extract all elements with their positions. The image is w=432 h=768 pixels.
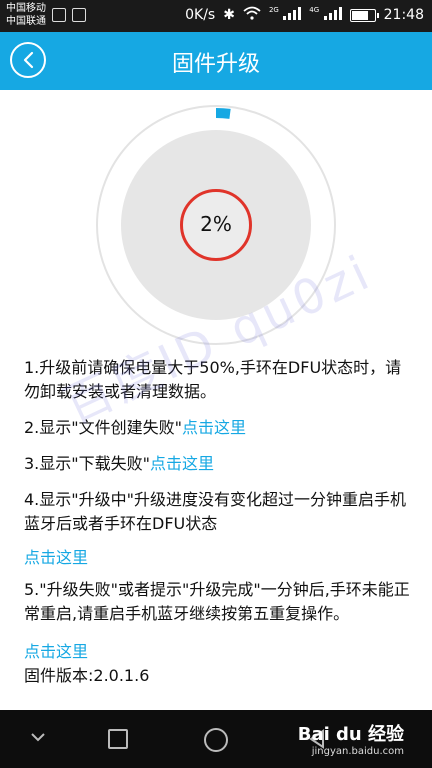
instruction-2: 2.显示"文件创建失败"点击这里: [24, 416, 416, 440]
signal-4g-icon: 4G: [309, 6, 342, 24]
percent-ring: 2%: [180, 189, 252, 261]
carrier-2: 中国联通: [6, 16, 46, 27]
battery-icon: [349, 8, 379, 22]
instruction-4-text: 4.显示"升级中"升级进度没有变化超过一分钟重启手机蓝牙后或者手环在DFU状态: [24, 490, 406, 533]
nav-home-icon[interactable]: [204, 728, 228, 752]
instructions: 1.升级前请确保电量大于50%,手环在DFU状态时，请勿卸载安装或者清理数据。 …: [24, 356, 416, 688]
app-header: 固件升级: [0, 32, 432, 90]
usb-icon: [52, 8, 66, 22]
progress-arc-fill: [215, 108, 231, 119]
instruction-3-link[interactable]: 点击这里: [150, 454, 214, 473]
instruction-4-link[interactable]: 点击这里: [24, 546, 416, 570]
instruction-3: 3.显示"下载失败"点击这里: [24, 452, 416, 476]
baidu-url: jingyan.baidu.com: [311, 746, 404, 757]
firmware-version: 固件版本:2.0.1.6: [24, 666, 150, 685]
percent-label: 2%: [200, 212, 232, 236]
baidu-logo-text: Bai du 经验: [297, 724, 404, 745]
status-bar: 中国移动 中国联通 0K/s ✱ 2G 4G 21:48: [0, 0, 432, 32]
nav-collapse-icon[interactable]: [30, 731, 46, 743]
wifi-icon: [243, 6, 261, 24]
instruction-1: 1.升级前请确保电量大于50%,手环在DFU状态时，请勿卸载安装或者清理数据。: [24, 358, 402, 401]
baidu-logo: Bai du 经验 jingyan.baidu.com: [298, 720, 404, 757]
upgrade-progress: 2%: [96, 105, 336, 345]
instruction-4: 4.显示"升级中"升级进度没有变化超过一分钟重启手机蓝牙后或者手环在DFU状态: [24, 488, 416, 536]
carrier-labels: 中国移动 中国联通: [6, 2, 46, 28]
instruction-3-text: 3.显示"下载失败": [24, 454, 150, 473]
bluetooth-icon: ✱: [223, 7, 235, 23]
instruction-2-link[interactable]: 点击这里: [182, 418, 246, 437]
signal-2g-icon: 2G: [269, 6, 302, 24]
status-right: 0K/s ✱ 2G 4G 21:48: [185, 6, 424, 24]
instruction-5-link[interactable]: 点击这里: [24, 640, 416, 664]
system-nav-bar: Bai du 经验 jingyan.baidu.com: [0, 710, 432, 768]
instruction-5-text: 5."升级失败"或者提示"升级完成"一分钟后,手环未能正常重启,请重启手机蓝牙继…: [24, 580, 410, 623]
page-title: 固件升级: [171, 52, 260, 77]
notification-icons: [52, 8, 86, 22]
clock: 21:48: [383, 7, 424, 23]
instruction-2-text: 2.显示"文件创建失败": [24, 418, 182, 437]
instruction-5: 5."升级失败"或者提示"升级完成"一分钟后,手环未能正常重启,请重启手机蓝牙继…: [24, 578, 416, 626]
nav-square-icon[interactable]: [108, 729, 128, 749]
network-speed: 0K/s: [185, 7, 216, 23]
carrier-1: 中国移动: [6, 3, 46, 14]
image-icon: [72, 8, 86, 22]
